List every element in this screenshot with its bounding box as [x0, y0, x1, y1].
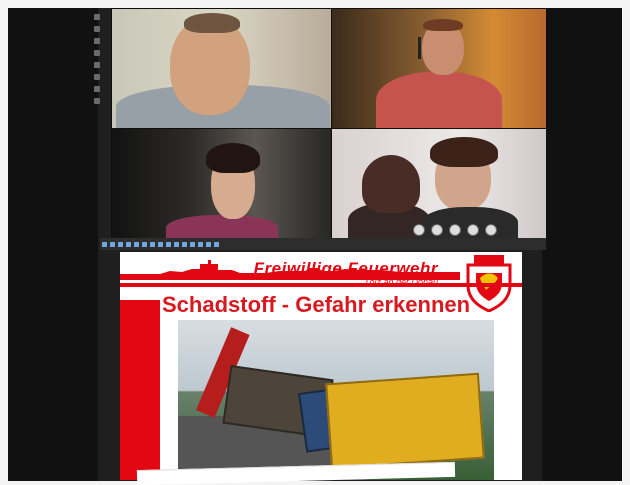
person-hair	[206, 143, 260, 173]
toolbar-icon[interactable]	[94, 38, 100, 44]
taskbar-icon[interactable]	[158, 241, 163, 247]
person-left-hair	[362, 155, 420, 213]
left-margin	[8, 8, 98, 481]
toolbar-icon[interactable]	[94, 74, 100, 80]
taskbar-icon[interactable]	[166, 241, 171, 247]
taskbar-icon[interactable]	[150, 241, 155, 247]
person-right-hair	[430, 137, 498, 167]
toolbar-icon[interactable]	[94, 50, 100, 56]
toolbar-icon[interactable]	[94, 14, 100, 20]
taskbar-icon[interactable]	[142, 241, 147, 247]
taskbar-icon[interactable]	[134, 241, 139, 247]
taskbar-icon[interactable]	[190, 241, 195, 247]
participant-tile-bottom-left[interactable]	[111, 128, 333, 240]
taskbar	[100, 238, 546, 250]
person-body	[166, 215, 278, 239]
toolbar-icon[interactable]	[94, 86, 100, 92]
taskbar-icon[interactable]	[206, 241, 211, 247]
leave-call-icon[interactable]	[485, 224, 497, 236]
headset-mic-icon	[418, 37, 421, 59]
left-red-rail	[120, 300, 160, 480]
taskbar-icon[interactable]	[102, 241, 107, 247]
taskbar-icon[interactable]	[214, 241, 219, 247]
taskbar-icon[interactable]	[118, 241, 123, 247]
truck-trailer	[325, 372, 485, 470]
taskbar-icon[interactable]	[110, 241, 115, 247]
person-hair	[184, 13, 240, 33]
slide-header: Freiwillige Feuerwehr Tölz an der Donau	[120, 252, 522, 312]
taskbar-icon[interactable]	[198, 241, 203, 247]
taskbar-icon[interactable]	[126, 241, 131, 247]
side-toolbar	[92, 8, 102, 238]
right-margin	[542, 8, 622, 481]
toolbar-icon[interactable]	[94, 98, 100, 104]
person-hair	[423, 19, 463, 31]
taskbar-icon[interactable]	[182, 241, 187, 247]
person-body	[376, 72, 502, 129]
brand-title: Freiwillige Feuerwehr	[253, 259, 438, 278]
chat-icon[interactable]	[467, 224, 479, 236]
presentation-slide: Freiwillige Feuerwehr Tölz an der Donau …	[120, 252, 522, 480]
participant-tile-top-left[interactable]	[111, 8, 333, 130]
mic-toggle-icon[interactable]	[413, 224, 425, 236]
slide-title: Schadstoff - Gefahr erkennen	[162, 292, 471, 317]
share-screen-icon[interactable]	[449, 224, 461, 236]
toolbar-icon[interactable]	[94, 62, 100, 68]
header-red-strip	[120, 283, 522, 287]
participant-tile-top-right[interactable]	[331, 8, 547, 130]
taskbar-icon[interactable]	[174, 241, 179, 247]
camera-toggle-icon[interactable]	[431, 224, 443, 236]
call-controls	[405, 224, 505, 236]
slide-photo	[178, 320, 494, 480]
toolbar-icon[interactable]	[94, 26, 100, 32]
